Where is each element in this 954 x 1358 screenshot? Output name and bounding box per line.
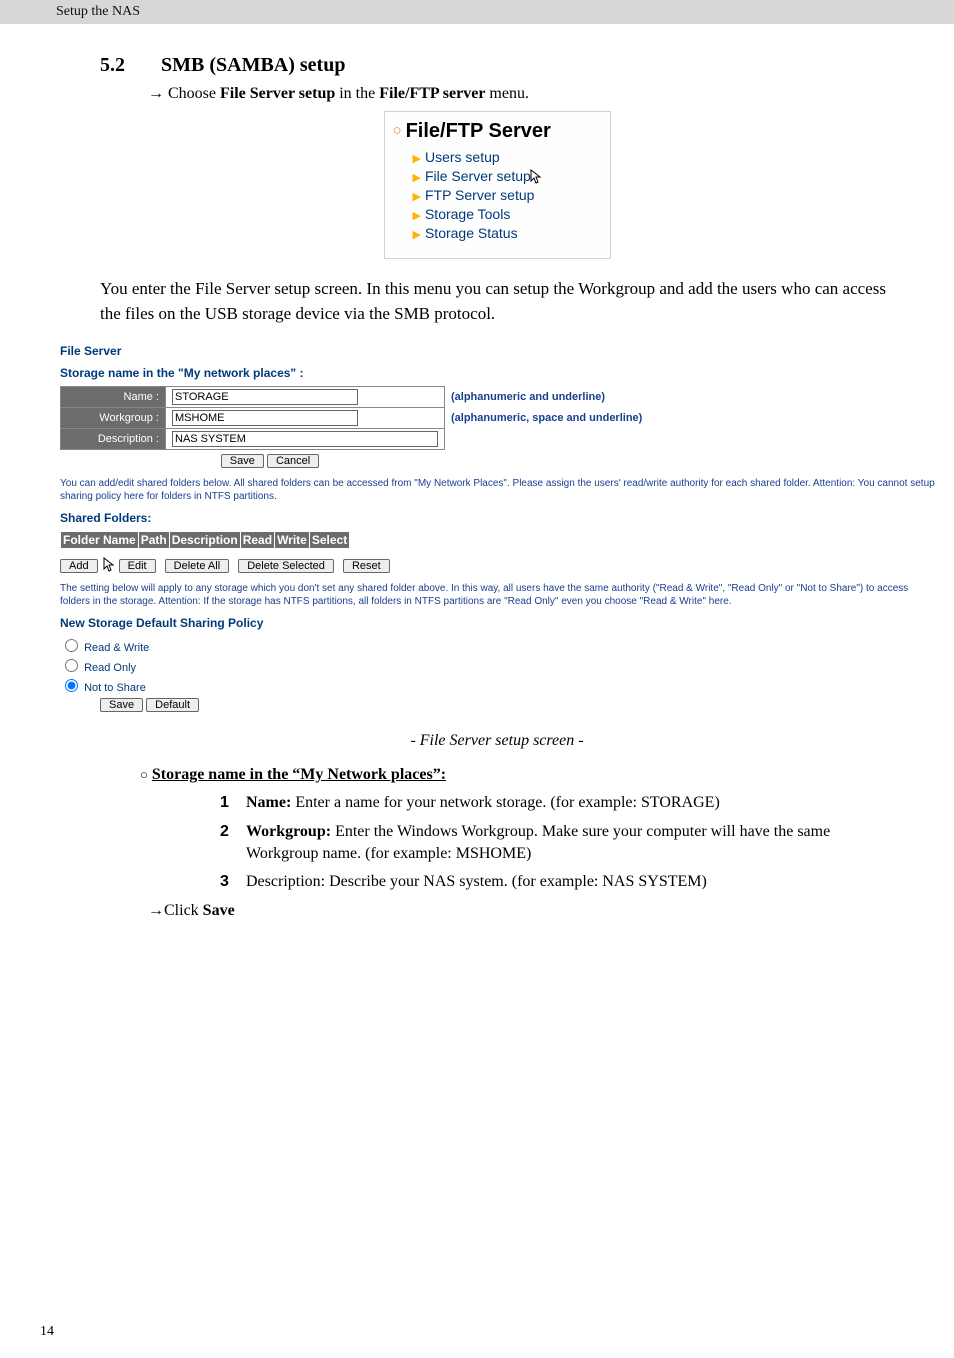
triangle-icon: ▶ <box>413 191 421 203</box>
col-write: Write <box>275 532 310 549</box>
shared-folders-table: Folder Name Path Description Read Write … <box>60 531 350 549</box>
note-shared-folders: You can add/edit shared folders below. A… <box>60 478 940 503</box>
policy-save-button[interactable]: Save <box>100 698 143 712</box>
cancel-button[interactable]: Cancel <box>267 454 319 468</box>
col-folder-name: Folder Name <box>61 532 139 549</box>
edit-button[interactable]: Edit <box>119 559 156 573</box>
arrow-icon: → <box>148 85 164 102</box>
click-save-line: →Click Save <box>148 902 894 920</box>
numbered-list: 1Name: Enter a name for your network sto… <box>220 792 894 894</box>
triangle-icon: ▶ <box>413 210 421 222</box>
name-input[interactable] <box>172 389 358 405</box>
list-item: 2Workgroup: Enter the Windows Workgroup.… <box>220 821 894 866</box>
subsection-heading: ○Storage name in the “My Network places”… <box>140 766 894 784</box>
menu-item-users[interactable]: ▶Users setup <box>413 149 602 165</box>
triangle-icon: ▶ <box>413 172 421 184</box>
list-item: 3Description: Describe your NAS system. … <box>220 871 894 893</box>
shared-folders-heading: Shared Folders: <box>60 511 940 525</box>
col-path: Path <box>138 532 169 549</box>
storage-name-heading: Storage name in the "My network places" … <box>60 366 940 380</box>
menu-title: ○File/FTP Server <box>385 112 610 143</box>
circle-icon: ○ <box>140 767 148 782</box>
note-default-policy: The setting below will apply to any stor… <box>60 583 940 608</box>
cursor-icon <box>531 169 543 183</box>
policy-heading: New Storage Default Sharing Policy <box>60 616 940 630</box>
page-number: 14 <box>40 1324 54 1340</box>
col-read: Read <box>240 532 274 549</box>
bullet-icon: ○ <box>393 122 402 139</box>
delete-selected-button[interactable]: Delete Selected <box>238 559 334 573</box>
menu-item-storage-tools[interactable]: ▶Storage Tools <box>413 206 602 222</box>
section-heading: SMB (SAMBA) setup <box>161 54 345 76</box>
choose-line: → Choose File Server setup in the File/F… <box>148 85 894 103</box>
figure-caption: - File Server setup screen - <box>100 732 894 750</box>
menu-item-ftp-server[interactable]: ▶FTP Server setup <box>413 187 602 203</box>
description-input[interactable] <box>172 431 438 447</box>
delete-all-button[interactable]: Delete All <box>165 559 229 573</box>
workgroup-input[interactable] <box>172 410 358 426</box>
triangle-icon: ▶ <box>413 153 421 165</box>
menu-item-storage-status[interactable]: ▶Storage Status <box>413 225 602 241</box>
file-ftp-menu: ○File/FTP Server ▶Users setup ▶File Serv… <box>384 111 611 259</box>
radio-not-to-share[interactable] <box>65 679 78 692</box>
section-title: 5.2 SMB (SAMBA) setup <box>100 54 894 77</box>
fs-heading: File Server <box>60 344 940 358</box>
menu-item-file-server[interactable]: ▶File Server setup <box>413 168 602 184</box>
workgroup-label: Workgroup : <box>61 408 166 429</box>
save-button[interactable]: Save <box>221 454 264 468</box>
name-label: Name : <box>61 387 166 408</box>
list-item: 1Name: Enter a name for your network sto… <box>220 792 894 814</box>
reset-button[interactable]: Reset <box>343 559 390 573</box>
col-select: Select <box>309 532 349 549</box>
cursor-icon <box>104 557 116 571</box>
breadcrumb: Setup the NAS <box>56 4 140 19</box>
add-button[interactable]: Add <box>60 559 98 573</box>
description-label: Description : <box>61 429 166 450</box>
storage-form: Name : (alphanumeric and underline) Work… <box>60 386 649 450</box>
file-server-screenshot: File Server Storage name in the "My netw… <box>60 344 940 712</box>
policy-default-button[interactable]: Default <box>146 698 199 712</box>
workgroup-hint: (alphanumeric, space and underline) <box>451 412 642 424</box>
name-hint: (alphanumeric and underline) <box>451 391 605 403</box>
arrow-icon: → <box>148 902 164 919</box>
section-number: 5.2 <box>100 54 156 77</box>
doc-header: Setup the NAS <box>0 0 954 24</box>
radio-read-write[interactable] <box>65 639 78 652</box>
col-description: Description <box>169 532 240 549</box>
intro-paragraph: You enter the File Server setup screen. … <box>100 277 894 326</box>
triangle-icon: ▶ <box>413 229 421 241</box>
radio-read-only[interactable] <box>65 659 78 672</box>
